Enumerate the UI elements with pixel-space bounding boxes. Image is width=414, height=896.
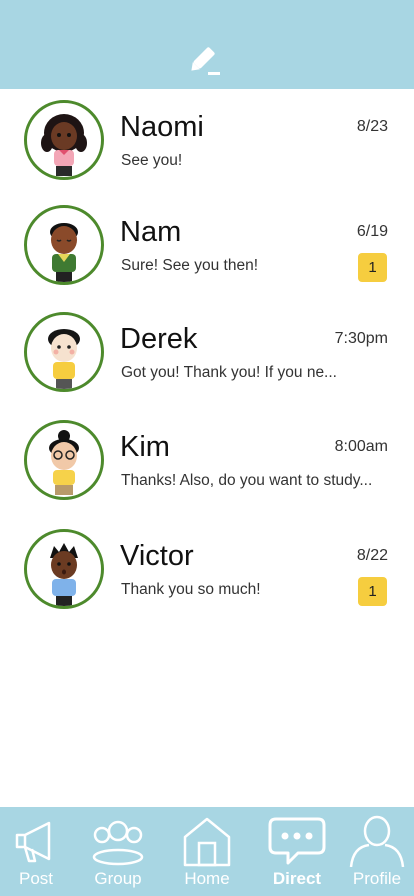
message-preview: Got you! Thank you! If you ne... (121, 364, 337, 381)
chat-bubble-icon (268, 817, 326, 865)
message-preview: Thank you so much! (121, 581, 261, 598)
contact-name: Nam (120, 216, 182, 248)
edit-pencil-icon (191, 47, 220, 75)
tab-label: Post (18, 869, 54, 888)
character-avatar-icon (41, 114, 87, 176)
conversation-row-nam[interactable]: Nam 6/19 Sure! See you then! 1 (0, 194, 414, 302)
character-avatar-icon (50, 223, 78, 282)
contact-name: Victor (120, 540, 194, 572)
tab-group[interactable]: Group (77, 807, 159, 896)
group-icon (92, 820, 144, 866)
conversation-row-naomi[interactable]: Naomi 8/23 See you! (0, 89, 414, 197)
conversation-row-victor[interactable]: Victor 8/22 Thank you so much! 1 (0, 518, 414, 626)
home-icon (183, 817, 231, 867)
header-bar (0, 0, 414, 89)
tab-label: Group (94, 869, 142, 888)
message-time: 8:00am (334, 438, 388, 455)
message-preview: Sure! See you then! (121, 257, 259, 274)
unread-badge: 1 (358, 577, 387, 606)
unread-badge: 1 (358, 253, 387, 282)
contact-name: Derek (120, 323, 198, 355)
message-preview: See you! (121, 152, 183, 169)
avatar (24, 312, 104, 392)
conversation-row-kim[interactable]: Kim 8:00am Thanks! Also, do you want to … (0, 409, 414, 517)
character-avatar-icon (49, 430, 79, 495)
contact-name: Kim (120, 431, 170, 463)
conversation-row-derek[interactable]: Derek 7:30pm Got you! Thank you! If you … (0, 301, 414, 409)
character-avatar-icon (50, 543, 78, 606)
message-time: 8/22 (356, 547, 388, 564)
tab-profile[interactable]: Profile (336, 807, 414, 896)
message-preview: Thanks! Also, do you want to study... (121, 472, 373, 489)
avatar (24, 205, 104, 285)
tab-label: Direct (272, 869, 322, 888)
contact-name: Naomi (120, 111, 204, 143)
megaphone-icon (15, 821, 51, 863)
message-time: 8/23 (356, 118, 388, 135)
message-time: 6/19 (356, 223, 388, 240)
tab-label: Profile (352, 869, 402, 888)
tab-label: Home (184, 869, 230, 888)
character-avatar-icon (48, 329, 80, 389)
tab-post[interactable]: Post (0, 807, 77, 896)
tab-direct[interactable]: Direct (256, 807, 338, 896)
avatar (24, 529, 104, 609)
tab-home[interactable]: Home (166, 807, 248, 896)
message-time: 7:30pm (334, 330, 388, 347)
compose-button[interactable] (188, 44, 224, 80)
avatar (24, 100, 104, 180)
avatar (24, 420, 104, 500)
profile-icon (349, 815, 405, 867)
bottom-tab-bar: Post Group Home Direct Profile (0, 807, 414, 896)
